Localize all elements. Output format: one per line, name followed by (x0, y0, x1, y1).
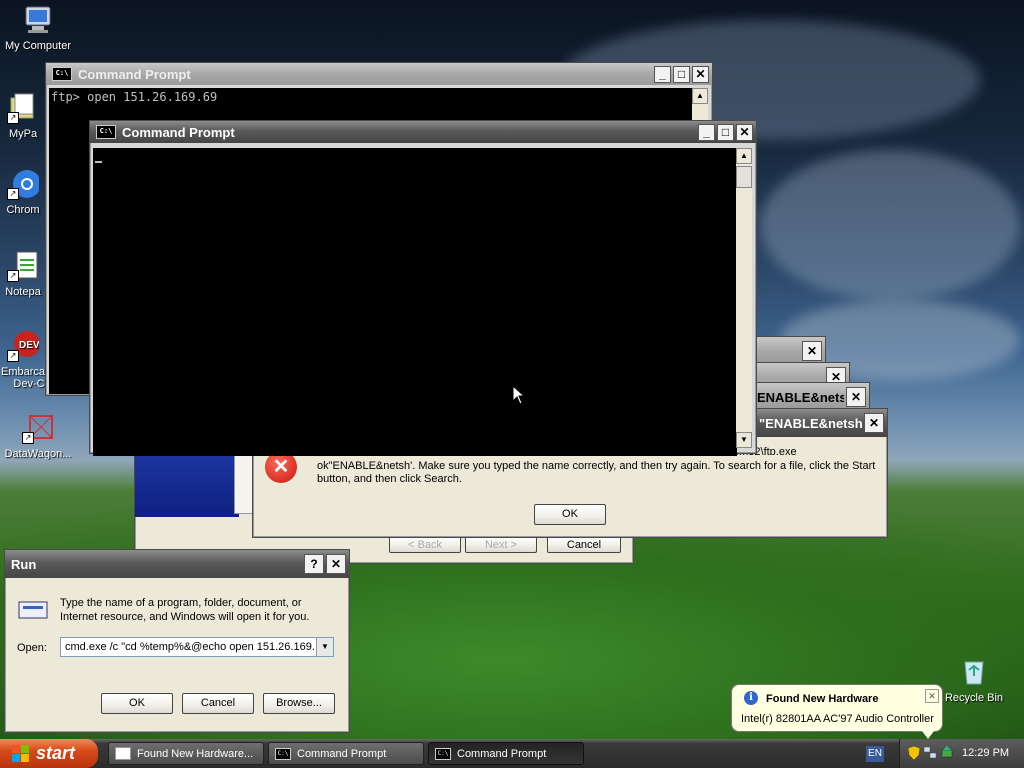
cmd-icon: C:\ (275, 747, 291, 760)
language-indicator[interactable]: EN (866, 746, 884, 762)
embarcadero-devc-icon: DEV ↗ (7, 330, 40, 362)
desktop-icon-label: Embarca (0, 366, 46, 378)
desktop-icon-my-documents[interactable]: ↗ MyPa (0, 92, 46, 140)
console-text: ftp> open 151.26.169.69 (51, 90, 218, 104)
network-icon[interactable] (923, 746, 937, 759)
cmd-icon: C:\ (96, 125, 116, 139)
desktop-icon-label: Recycle Bin (944, 692, 1004, 704)
maximize-icon[interactable]: □ (717, 123, 734, 141)
task-label: Command Prompt (297, 747, 387, 760)
close-icon[interactable]: ✕ (864, 413, 884, 433)
dialog-title: Run (11, 556, 37, 572)
desktop-icon-embarcadero[interactable]: DEV ↗ Embarca Dev-C (0, 330, 46, 390)
open-input[interactable]: cmd.exe /c "cd %temp%&@echo open 151.26.… (65, 641, 315, 653)
desktop-icon-notepad[interactable]: ↗ Notepa (0, 250, 46, 298)
minimize-icon[interactable]: _ (654, 65, 671, 83)
info-icon: i (744, 691, 758, 705)
run-program-icon (17, 598, 48, 620)
shortcut-arrow-icon: ↗ (22, 432, 34, 444)
taskbar-item-command-prompt-2[interactable]: C:\ Command Prompt (428, 742, 584, 765)
balloon-tail (922, 731, 934, 739)
start-label: start (36, 743, 76, 763)
cmd-icon: C:\ (435, 747, 451, 760)
cmd-front-console[interactable] (93, 148, 737, 456)
hardware-wizard-icon (115, 747, 131, 760)
desktop-icon-label: MyPa (8, 128, 38, 140)
dialog-title: ENABLE&netsh (757, 389, 844, 405)
clock[interactable]: 12:29 PM (962, 747, 1009, 759)
ok-button[interactable]: OK (534, 504, 606, 525)
open-label: Open: (17, 642, 47, 654)
scroll-up-icon[interactable]: ▲ (736, 148, 752, 164)
close-icon[interactable]: ✕ (326, 554, 346, 574)
error-message-line-1: ok"ENABLE&netsh'. Make sure you typed th… (317, 460, 876, 472)
scroll-down-icon[interactable]: ▼ (736, 432, 752, 448)
svg-text:DEV: DEV (19, 340, 39, 351)
desktop-icon-label: Notepa (5, 286, 41, 298)
taskbar-item-command-prompt-1[interactable]: C:\ Command Prompt (268, 742, 424, 765)
cmd-icon: C:\ (52, 67, 72, 81)
shortcut-arrow-icon: ↗ (7, 270, 19, 282)
mouse-cursor-icon (512, 385, 524, 405)
close-icon[interactable]: ✕ (846, 387, 866, 407)
shortcut-arrow-icon: ↗ (7, 350, 19, 362)
taskbar: start Found New Hardware... C:\ Command … (0, 739, 1024, 768)
found-hardware-balloon[interactable]: i Found New Hardware Intel(r) 82801AA AC… (731, 684, 943, 739)
minimize-icon[interactable]: _ (698, 123, 715, 141)
datawagon-icon: ↗ (22, 412, 54, 444)
help-button[interactable]: ? (304, 554, 324, 574)
ok-button[interactable]: OK (101, 693, 173, 714)
desktop-icon-label-line2: Dev-C (13, 378, 45, 390)
scroll-thumb[interactable] (736, 166, 752, 188)
cmd-back-titlebar[interactable]: C:\ Command Prompt _ □ ✕ (46, 63, 712, 85)
shortcut-arrow-icon: ↗ (7, 188, 19, 200)
task-label: Command Prompt (457, 747, 547, 760)
chrome-icon: ↗ (7, 168, 41, 200)
safely-remove-hardware-icon[interactable] (940, 746, 954, 760)
maximize-icon[interactable]: □ (673, 65, 690, 83)
my-documents-icon: ↗ (7, 92, 39, 124)
scroll-up-icon[interactable]: ▲ (692, 88, 708, 104)
text-cursor (95, 161, 102, 163)
desktop-icon-my-computer[interactable]: My Computer (0, 4, 76, 52)
security-shield-icon[interactable] (907, 745, 921, 761)
window-title: Command Prompt (122, 124, 235, 140)
shortcut-arrow-icon: ↗ (7, 112, 19, 124)
start-button[interactable]: start (0, 739, 98, 768)
desktop-icon-label: Chrom (6, 204, 40, 216)
cmd-front-titlebar[interactable]: C:\ Command Prompt _ □ ✕ (90, 121, 756, 143)
system-tray: 12:29 PM (899, 739, 1024, 768)
recycle-bin-icon (958, 656, 990, 688)
vertical-scrollbar[interactable]: ▲ ▼ (736, 148, 752, 448)
my-computer-icon (22, 4, 54, 36)
window-title: Command Prompt (78, 66, 191, 82)
run-description: Type the name of a program, folder, docu… (60, 597, 310, 623)
error-message-line-2: button, and then click Search. (317, 473, 462, 485)
open-combobox[interactable]: cmd.exe /c "cd %temp%&@echo open 151.26.… (60, 637, 334, 657)
balloon-title: Found New Hardware (766, 693, 879, 705)
cancel-button[interactable]: Cancel (182, 693, 254, 714)
close-icon[interactable]: ✕ (736, 123, 753, 141)
desktop-icon-recycle-bin[interactable]: Recycle Bin (936, 656, 1012, 704)
chevron-down-icon[interactable]: ▼ (316, 638, 333, 656)
browse-button[interactable]: Browse... (263, 693, 335, 714)
cmd-window-front: C:\ Command Prompt _ □ ✕ ▲ ▼ (89, 120, 757, 456)
notepad-icon: ↗ (7, 250, 39, 282)
balloon-text: Intel(r) 82801AA AC'97 Audio Controller (741, 713, 934, 725)
task-label: Found New Hardware... (137, 747, 254, 760)
windows-logo-icon (12, 744, 30, 763)
desktop-icon-label: DataWagon... (4, 448, 72, 460)
desktop-icon-datawagon[interactable]: ↗ DataWagon... (0, 412, 76, 460)
close-icon[interactable]: ✕ (802, 341, 822, 361)
desktop-icon-label: My Computer (4, 40, 72, 52)
run-dialog: Run ? ✕ Type the name of a program, fold… (4, 549, 350, 733)
close-icon[interactable]: ✕ (692, 65, 709, 83)
desktop-icon-chrome[interactable]: ↗ Chrom (0, 168, 46, 216)
close-icon[interactable]: ✕ (925, 689, 939, 703)
taskbar-item-found-new-hardware[interactable]: Found New Hardware... (108, 742, 264, 765)
